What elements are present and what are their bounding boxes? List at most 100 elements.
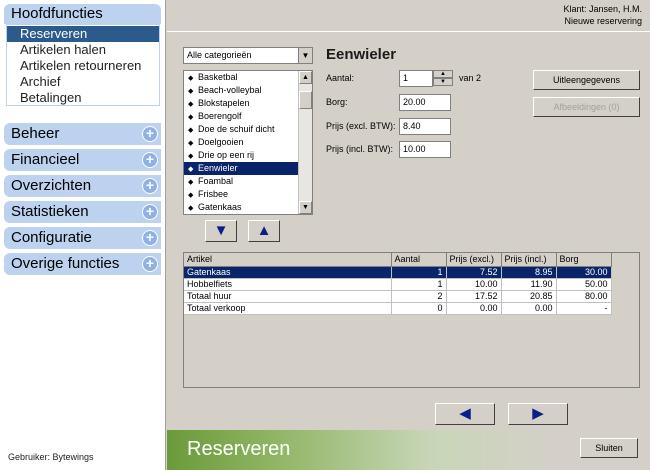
scroll-up-icon[interactable]: ▲ <box>299 71 312 84</box>
stepper-down-icon[interactable]: ▼ <box>433 78 453 86</box>
list-item[interactable]: ◆ Doelgooien <box>184 136 312 149</box>
prijs-incl-label: Prijs (incl. BTW): <box>326 144 393 154</box>
group-financieel[interactable]: Financieel + <box>4 149 161 171</box>
cell: 17.52 <box>446 290 502 303</box>
current-user: Gebruiker: Bytewings <box>8 452 94 462</box>
menu-item-reserveren[interactable]: Reserveren <box>7 26 159 42</box>
column-header[interactable]: Prijs (incl.) <box>501 253 557 267</box>
group-label: Beheer <box>11 125 60 142</box>
cell: Gatenkaas <box>184 266 392 279</box>
borg-input[interactable]: 20.00 <box>399 94 451 111</box>
group-statistieken[interactable]: Statistieken + <box>4 201 161 223</box>
category-select[interactable]: Alle categorieën ▼ <box>183 47 313 64</box>
next-button[interactable]: ▶ <box>508 403 568 425</box>
cell: 2 <box>391 290 447 303</box>
cell: Totaal verkoop <box>184 302 392 315</box>
main-functions-menu: Reserveren Artikelen halen Artikelen ret… <box>6 24 160 106</box>
list-item[interactable]: ◆ Boerengolf <box>184 110 312 123</box>
bullet-icon: ◆ <box>188 205 194 212</box>
uitleengegevens-button[interactable]: Uitleengegevens <box>533 70 640 90</box>
stepper-up-icon[interactable]: ▲ <box>433 70 453 78</box>
group-label: Configuratie <box>11 229 92 246</box>
table-row-selected[interactable]: Gatenkaas 1 7.52 8.95 30.00 <box>184 266 612 279</box>
table-row[interactable]: Totaal huur 2 17.52 20.85 80.00 <box>184 290 612 303</box>
client-name: Klant: Jansen, H.M. <box>563 4 642 14</box>
reservation-status: Nieuwe reservering <box>564 16 642 26</box>
arrow-right-icon: ▶ <box>532 405 544 422</box>
cell: 10.00 <box>446 278 502 291</box>
arrow-down-icon: ▼ <box>213 222 229 239</box>
aantal-stepper[interactable]: ▲ ▼ <box>433 70 453 87</box>
list-item[interactable]: ◆ Basketbal <box>184 71 312 84</box>
previous-button[interactable]: ◀ <box>435 403 495 425</box>
table-row[interactable]: Totaal verkoop 0 0.00 0.00 - <box>184 302 612 315</box>
cell: 80.00 <box>556 290 612 303</box>
cell: Totaal huur <box>184 290 392 303</box>
menu-item-artikelen-halen[interactable]: Artikelen halen <box>7 42 159 58</box>
cell: 30.00 <box>556 266 612 279</box>
list-item-selected[interactable]: ◆ Eenwieler <box>184 162 312 175</box>
borg-label: Borg: <box>326 97 348 107</box>
group-beheer[interactable]: Beheer + <box>4 123 161 145</box>
main-functions-header[interactable]: Hoofdfuncties <box>4 4 161 24</box>
scroll-thumb[interactable] <box>299 91 312 109</box>
scroll-down-icon[interactable]: ▼ <box>299 201 312 214</box>
main-content: Alle categorieën ▼ ◆ Basketbal ◆ Beach-vol… <box>167 33 650 433</box>
cell: 7.52 <box>446 266 502 279</box>
group-configuratie[interactable]: Configuratie + <box>4 227 161 249</box>
bottom-bar: Reserveren Sluiten <box>167 430 650 470</box>
column-header[interactable]: Artikel <box>184 253 392 267</box>
cell: 20.85 <box>501 290 557 303</box>
list-item[interactable]: ◆ Foambal <box>184 175 312 188</box>
group-label: Statistieken <box>11 203 89 220</box>
cell: 1 <box>391 266 447 279</box>
menu-item-betalingen[interactable]: Betalingen <box>7 90 159 106</box>
group-overzichten[interactable]: Overzichten + <box>4 175 161 197</box>
arrow-left-icon: ◀ <box>459 405 471 422</box>
list-item[interactable]: ◆ Frisbee <box>184 188 312 201</box>
chevron-down-icon[interactable]: ▼ <box>298 48 312 63</box>
list-scrollbar[interactable]: ▲ ▼ <box>298 71 312 214</box>
list-item[interactable]: ◆ Beach-volleybal <box>184 84 312 97</box>
category-item-list[interactable]: ◆ Basketbal ◆ Beach-volleybal ◆ Blokstapele… <box>183 70 313 215</box>
column-header[interactable]: Aantal <box>391 253 447 267</box>
expand-plus-icon[interactable]: + <box>142 204 158 220</box>
column-header[interactable]: Prijs (excl.) <box>446 253 502 267</box>
expand-plus-icon[interactable]: + <box>142 152 158 168</box>
reservation-table: Artikel Aantal Prijs (excl.) Prijs (incl… <box>184 253 612 315</box>
prijs-excl-label: Prijs (excl. BTW): <box>326 121 396 131</box>
cell: - <box>556 302 612 315</box>
reservation-grid[interactable]: Artikel Aantal Prijs (excl.) Prijs (incl… <box>183 252 640 388</box>
expand-plus-icon[interactable]: + <box>142 230 158 246</box>
cell: 1 <box>391 278 447 291</box>
list-item[interactable]: ◆ Drie op een rij <box>184 149 312 162</box>
group-overige-functies[interactable]: Overige functies + <box>4 253 161 275</box>
aantal-input[interactable]: 1 <box>399 70 433 87</box>
list-item[interactable]: ◆ Doe de schuif dicht <box>184 123 312 136</box>
list-item[interactable]: ◆ Blokstapelen <box>184 97 312 110</box>
move-up-button[interactable]: ▲ <box>248 220 280 242</box>
prijs-excl-input[interactable]: 8.40 <box>399 118 451 135</box>
cell: 50.00 <box>556 278 612 291</box>
afbeeldingen-button[interactable]: Afbeeldingen (0) <box>533 97 640 117</box>
move-down-button[interactable]: ▼ <box>205 220 237 242</box>
cell: 0.00 <box>501 302 557 315</box>
expand-plus-icon[interactable]: + <box>142 178 158 194</box>
expand-plus-icon[interactable]: + <box>142 126 158 142</box>
cell: 8.95 <box>501 266 557 279</box>
category-select-value: Alle categorieën <box>187 50 252 60</box>
group-label: Financieel <box>11 151 80 168</box>
menu-item-archief[interactable]: Archief <box>7 74 159 90</box>
aantal-label: Aantal: <box>326 73 355 83</box>
cell: 0 <box>391 302 447 315</box>
column-header[interactable]: Borg <box>556 253 612 267</box>
cell: 0.00 <box>446 302 502 315</box>
menu-item-artikelen-retourneren[interactable]: Artikelen retourneren <box>7 58 159 74</box>
group-label: Overzichten <box>11 177 92 194</box>
table-row[interactable]: Hobbelfiets 1 10.00 11.90 50.00 <box>184 278 612 291</box>
available-count: van 2 <box>459 73 482 83</box>
close-button[interactable]: Sluiten <box>580 438 638 458</box>
expand-plus-icon[interactable]: + <box>142 256 158 272</box>
prijs-incl-input[interactable]: 10.00 <box>399 141 451 158</box>
list-item[interactable]: ◆ Gatenkaas <box>184 201 312 214</box>
